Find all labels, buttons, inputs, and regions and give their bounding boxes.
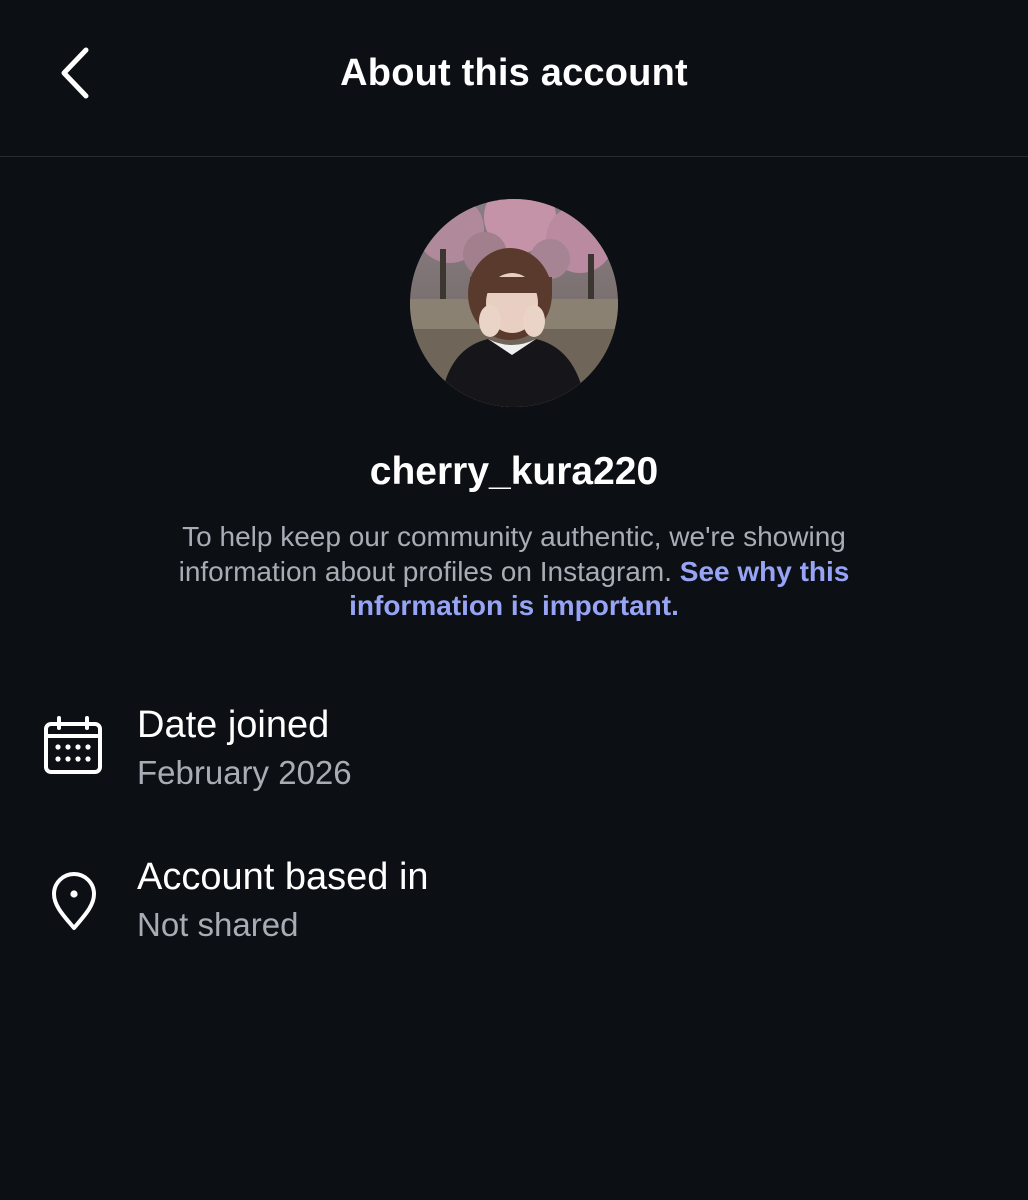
calendar-icon [40,714,108,782]
username: cherry_kura220 [369,450,659,493]
location-pin-icon [40,866,108,934]
date-joined-label: Date joined [137,704,330,746]
account-based-in-row: Account based in Not shared [0,852,1028,962]
date-joined-row: Date joined February 2026 [0,700,1028,810]
account-based-in-value: Not shared [137,906,299,943]
top-bar: About this account [0,0,1028,157]
profile-info-description: To help keep our community authentic, we… [134,520,894,624]
date-joined-value: February 2026 [137,754,352,791]
page-title: About this account [340,52,688,94]
account-based-in-label: Account based in [137,856,429,898]
avatar [410,199,618,407]
